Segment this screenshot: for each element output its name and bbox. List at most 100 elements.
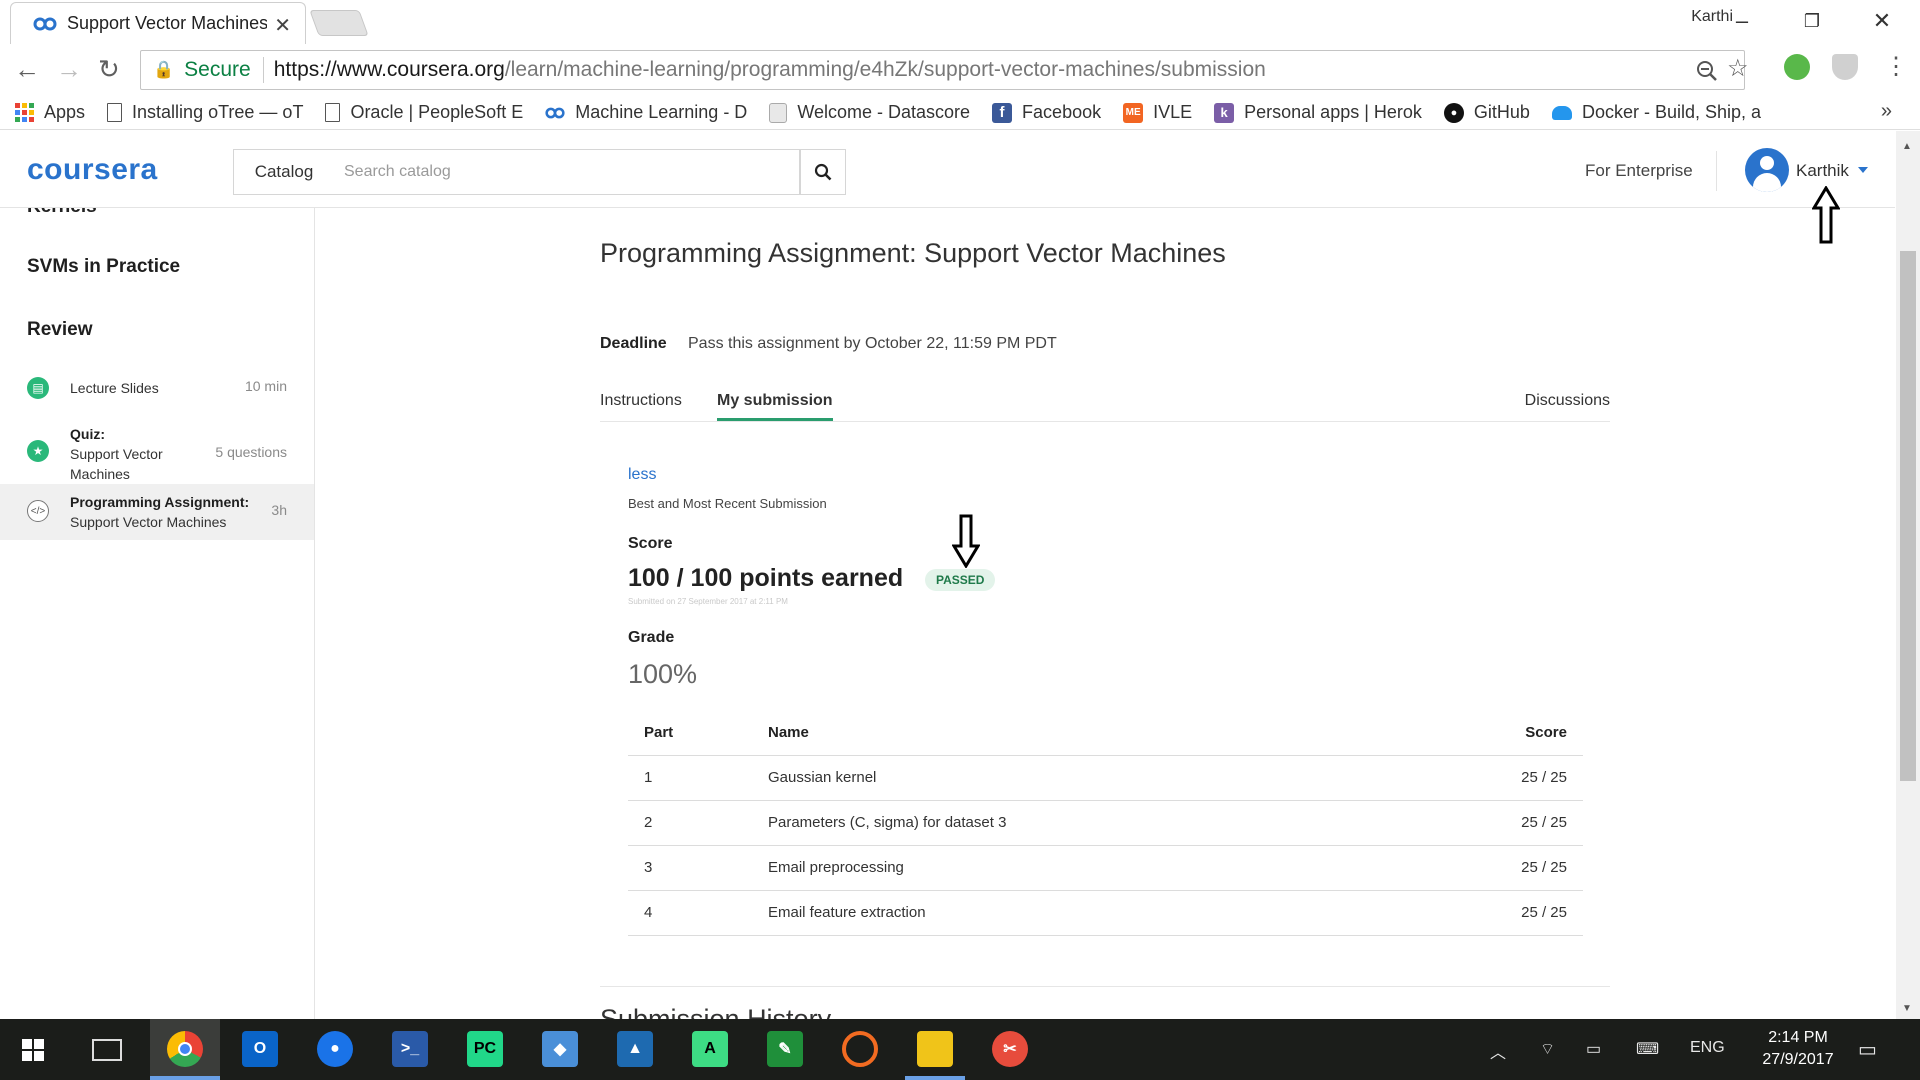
bookmark-datascore[interactable]: Welcome - Datascore — [769, 102, 970, 123]
catalog-button[interactable]: Catalog — [233, 149, 335, 195]
bookmarks-overflow-icon[interactable]: » — [1881, 100, 1892, 123]
deadline-label: Deadline — [600, 335, 667, 352]
notepad-taskbar-icon[interactable]: ✎ — [767, 1031, 803, 1067]
sidebar-item-label: Quiz: Support Vector Machines — [70, 424, 163, 484]
bookmark-github[interactable]: ● GitHub — [1443, 102, 1530, 123]
reload-icon[interactable]: ↻ — [98, 54, 120, 85]
browser-tab-strip: Support Vector Machines ✕ Karthi – ❐ ✕ — [0, 0, 1920, 44]
extension-shield-icon[interactable] — [1832, 54, 1858, 80]
bookmark-heroku[interactable]: k Personal apps | Herok — [1214, 102, 1422, 123]
chevron-down-icon[interactable] — [1858, 167, 1868, 173]
sidebar-item-duration: 3h — [271, 502, 287, 518]
forward-arrow-icon[interactable]: → — [56, 54, 82, 85]
less-link[interactable]: less — [628, 466, 656, 484]
restore-icon[interactable]: ❐ — [1797, 6, 1827, 36]
back-arrow-icon[interactable]: ← — [14, 54, 40, 85]
bookmark-ivle[interactable]: ME IVLE — [1123, 102, 1192, 123]
bookmark-label: GitHub — [1473, 102, 1530, 122]
minimize-icon[interactable]: – — [1727, 6, 1757, 36]
page-scrollbar[interactable]: ▲ ▼ — [1896, 131, 1920, 1019]
pycharm-taskbar-icon[interactable]: PC — [467, 1031, 503, 1067]
clock-time: 2:14 PM — [1768, 1029, 1828, 1046]
matlab-taskbar-icon[interactable]: ▲ — [617, 1031, 653, 1067]
language-indicator[interactable]: ENG — [1690, 1039, 1725, 1057]
column-header-score: Score — [1415, 710, 1583, 756]
sidebar-item-programming-assignment[interactable]: </> Programming Assignment: Support Vect… — [0, 484, 314, 540]
android-studio-taskbar-icon[interactable]: A — [692, 1031, 728, 1067]
sidebar-section-review[interactable]: Review — [27, 319, 92, 341]
snipping-tool-taskbar-icon[interactable]: ✂ — [992, 1031, 1028, 1067]
windows-start-icon[interactable] — [22, 1039, 44, 1061]
deadline-text: Pass this assignment by October 22, 11:5… — [688, 335, 1057, 352]
zoom-icon[interactable] — [1696, 60, 1718, 82]
tray-overflow-icon[interactable]: ︿ — [1490, 1039, 1506, 1063]
bookmark-star-icon[interactable]: ☆ — [1727, 54, 1749, 83]
sidebar-item-lecture-slides[interactable]: ▤ Lecture Slides 10 min — [0, 360, 314, 416]
chrome-taskbar-icon[interactable] — [167, 1031, 203, 1067]
search-icon — [814, 163, 832, 181]
bookmark-otree[interactable]: Installing oTree — oT — [107, 102, 303, 123]
file-explorer-taskbar-icon[interactable] — [917, 1031, 953, 1067]
bookmark-apps[interactable]: Apps — [14, 102, 85, 123]
address-bar[interactable]: 🔒 Secure https://www.coursera.org/learn/… — [140, 50, 1749, 90]
tab-instructions[interactable]: Instructions — [600, 392, 682, 418]
chrome-menu-icon[interactable]: ⋮ — [1884, 52, 1908, 81]
bookmark-label: Personal apps | Herok — [1244, 102, 1422, 122]
tab-close-icon[interactable]: ✕ — [274, 13, 291, 38]
table-row: 3 Email preprocessing 25 / 25 — [628, 845, 1583, 891]
part-number: 3 — [628, 845, 768, 891]
tab-discussions[interactable]: Discussions — [1525, 392, 1610, 418]
page-icon — [107, 103, 123, 122]
for-enterprise-link[interactable]: For Enterprise — [1585, 161, 1693, 181]
tab-my-submission[interactable]: My submission — [717, 392, 833, 421]
github-icon: ● — [1443, 102, 1464, 123]
sidebar-item-quiz[interactable]: ★ Quiz: Support Vector Machines 5 questi… — [0, 416, 314, 484]
sidebar-item-name: Support Vector Machines — [70, 514, 227, 530]
browser-tab-active[interactable]: Support Vector Machines ✕ — [10, 2, 306, 44]
sidebar-section-kernels[interactable]: Kernels — [27, 208, 97, 218]
bookmark-facebook[interactable]: f Facebook — [992, 102, 1101, 123]
scrollbar-thumb[interactable] — [1900, 251, 1916, 781]
search-input[interactable] — [334, 149, 800, 195]
powershell-taskbar-icon[interactable]: >_ — [392, 1031, 428, 1067]
bookmark-machine-learning[interactable]: Machine Learning - D — [545, 102, 747, 123]
task-view-icon[interactable] — [92, 1039, 122, 1061]
docker-icon — [1551, 105, 1572, 120]
sidebar-section-svms-in-practice[interactable]: SVMs in Practice — [27, 256, 180, 278]
jupyter-taskbar-icon[interactable] — [842, 1031, 878, 1067]
part-name: Gaussian kernel — [768, 755, 1416, 801]
coursera-logo[interactable]: coursera — [27, 153, 158, 187]
new-tab-button[interactable] — [309, 10, 369, 36]
bookmark-oracle[interactable]: Oracle | PeopleSoft E — [325, 102, 523, 123]
action-center-icon[interactable]: ▭ — [1858, 1037, 1877, 1062]
scroll-up-icon[interactable]: ▲ — [1902, 141, 1912, 152]
bookmark-label: Oracle | PeopleSoft E — [350, 102, 524, 122]
scroll-down-icon[interactable]: ▼ — [1902, 1003, 1912, 1014]
extension-green-icon[interactable] — [1784, 54, 1810, 80]
omnibox-divider — [262, 57, 264, 83]
code-icon: </> — [27, 500, 49, 522]
part-score: 25 / 25 — [1415, 800, 1583, 846]
submission-history-title: Submission History — [600, 1004, 832, 1019]
bookmark-docker[interactable]: Docker - Build, Ship, a — [1551, 102, 1761, 123]
search-button[interactable] — [800, 149, 846, 195]
user-avatar[interactable] — [1745, 148, 1789, 192]
browser-toolbar: ← → ↻ 🔒 Secure https://www.coursera.org /… — [0, 44, 1920, 96]
wifi-icon[interactable]: ⌔ — [1540, 1039, 1555, 1059]
keyboard-icon[interactable]: ⌨ — [1636, 1039, 1659, 1059]
battery-icon[interactable]: ▭ — [1586, 1039, 1601, 1059]
virtualbox-taskbar-icon[interactable]: ◆ — [542, 1031, 578, 1067]
part-name: Email preprocessing — [768, 845, 1416, 891]
grade-value: 100% — [628, 659, 698, 689]
window-close-icon[interactable]: ✕ — [1867, 6, 1897, 36]
course-sidebar: Kernels SVMs in Practice Review ▤ Lectur… — [0, 208, 315, 1019]
bookmark-label: Welcome - Datascore — [797, 102, 971, 122]
browser-tab-title: Support Vector Machines — [67, 13, 267, 33]
maps-taskbar-icon[interactable]: ● — [317, 1031, 353, 1067]
outlook-taskbar-icon[interactable]: O — [242, 1031, 278, 1067]
bookmark-label: Facebook — [1022, 102, 1102, 122]
user-name[interactable]: Karthik — [1796, 161, 1849, 181]
site-header: coursera Catalog For Enterprise Karthik — [0, 131, 1895, 208]
taskbar-clock[interactable]: 2:14 PM 27/9/2017 — [1748, 1027, 1848, 1071]
parts-table: Part Name Score 1 Gaussian kernel 25 / 2… — [628, 710, 1583, 936]
